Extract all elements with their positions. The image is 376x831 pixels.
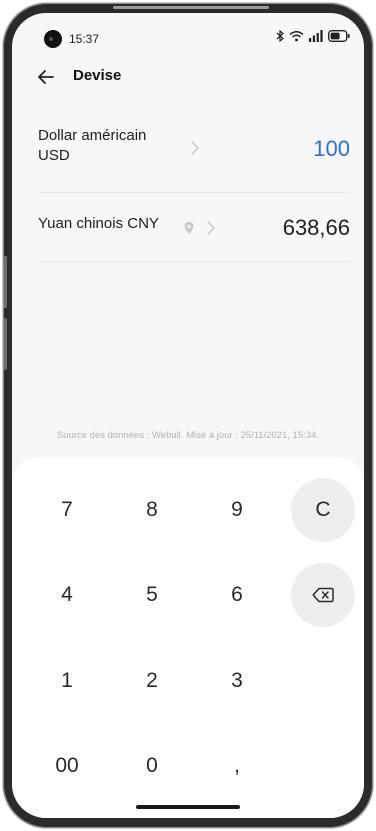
status-time: 15:37 — [69, 32, 100, 46]
status-icons — [276, 27, 350, 45]
battery-icon — [328, 30, 350, 42]
location-pin-icon — [184, 222, 194, 234]
key-7[interactable]: 7 — [35, 478, 99, 542]
key-9[interactable]: 9 — [205, 478, 269, 542]
page-title: Devise — [73, 67, 122, 84]
power-button — [4, 318, 7, 370]
currency-row-target[interactable]: Yuan chinois CNY 638,66 — [38, 194, 350, 262]
backspace-icon — [312, 587, 334, 603]
currency-row-source[interactable]: Dollar américain USD 100 — [38, 117, 350, 193]
key-1[interactable]: 1 — [35, 649, 99, 713]
chevron-right-icon[interactable] — [206, 221, 216, 235]
key-00[interactable]: 00 — [35, 734, 99, 798]
data-source-note: Source des données : Webull. Mise à jour… — [56, 430, 320, 441]
chevron-right-icon[interactable] — [190, 141, 200, 155]
volume-button — [4, 256, 7, 308]
key-decimal-comma[interactable]: , — [205, 734, 269, 798]
clear-button[interactable]: C — [291, 478, 355, 542]
arrow-left-icon[interactable] — [36, 67, 56, 87]
home-indicator[interactable] — [136, 805, 240, 809]
status-bar: 15:37 — [12, 13, 364, 59]
currency-selector-label[interactable]: Yuan chinois CNY — [38, 214, 159, 234]
currency-selector-label[interactable]: Dollar américain USD — [38, 126, 178, 166]
key-2[interactable]: 2 — [120, 649, 184, 713]
amount-value[interactable]: 100 — [313, 136, 350, 162]
screen: 15:37 Devise Dollar américain USD 100 Yu… — [12, 13, 364, 818]
numeric-keypad: 7 8 9 C 4 5 6 1 2 3 00 0 , — [12, 458, 364, 818]
frame-top-edge — [113, 6, 269, 9]
key-3[interactable]: 3 — [205, 649, 269, 713]
key-6[interactable]: 6 — [205, 563, 269, 627]
delete-button[interactable] — [291, 563, 355, 627]
key-4[interactable]: 4 — [35, 563, 99, 627]
key-0[interactable]: 0 — [120, 734, 184, 798]
header: Devise — [12, 61, 364, 95]
bluetooth-icon — [276, 30, 284, 42]
key-5[interactable]: 5 — [120, 563, 184, 627]
converted-value: 638,66 — [282, 215, 350, 240]
wifi-icon — [289, 31, 304, 42]
key-8[interactable]: 8 — [120, 478, 184, 542]
signal-icon — [309, 30, 323, 42]
front-camera — [44, 30, 62, 48]
